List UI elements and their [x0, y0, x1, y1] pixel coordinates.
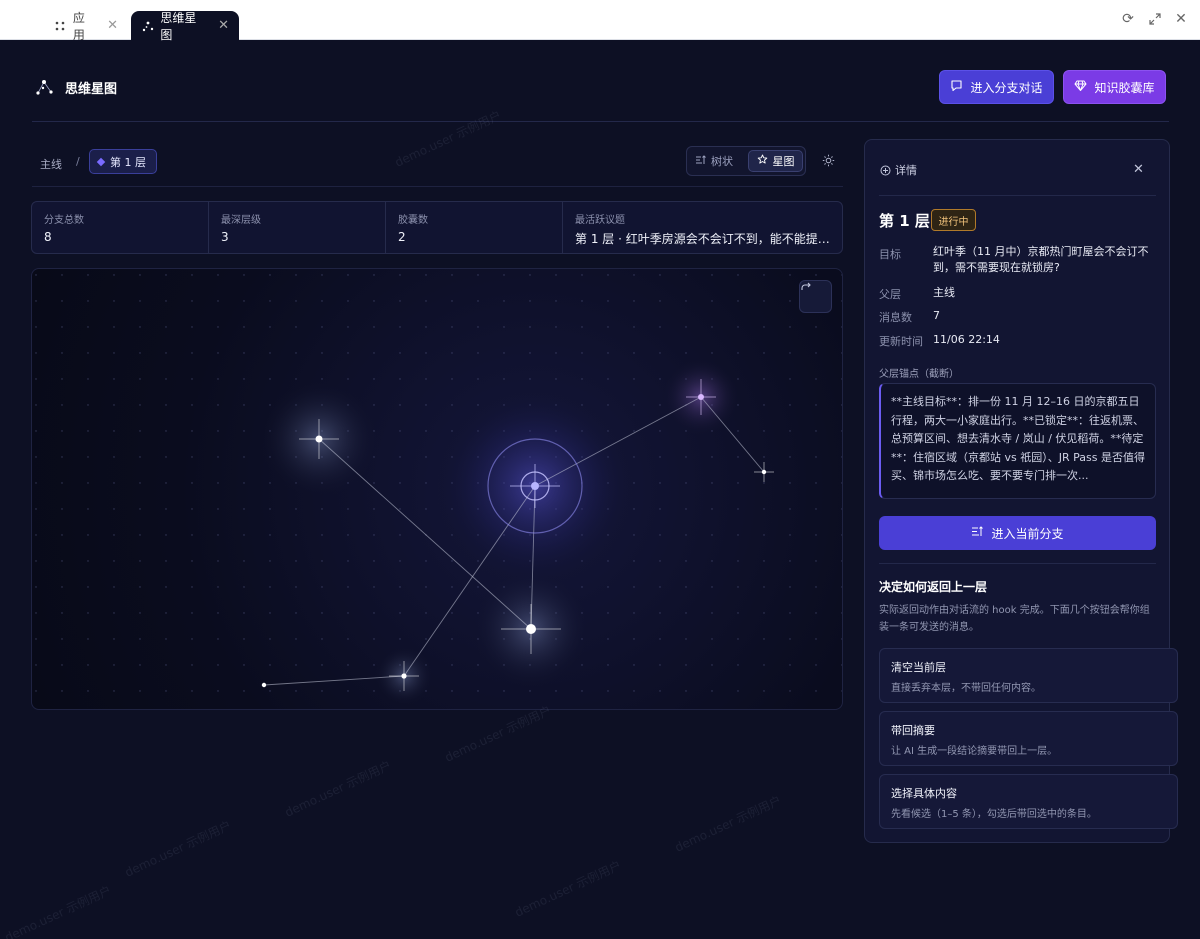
divider — [879, 195, 1156, 196]
toolbar-divider — [32, 186, 843, 187]
tab-label: 应用 — [72, 10, 85, 42]
close-icon[interactable]: ✕ — [1133, 162, 1144, 177]
option-select-content[interactable]: 选择具体内容 先看候选（1–5 条），勾选后带回选中的条目。 — [879, 774, 1178, 829]
stat-label: 分支总数 — [44, 215, 84, 226]
goal-label: 目标 — [879, 248, 901, 261]
stats-bar: 分支总数 8 最深层级 3 胶囊数 2 最活跃议题 第 1 层 · 红叶季房源会… — [31, 201, 843, 254]
option-desc: 先看候选（1–5 条），勾选后带回选中的条目。 — [891, 809, 1097, 820]
stat-max-depth: 最深层级 3 — [209, 202, 386, 253]
close-icon[interactable]: ✕ — [1172, 10, 1190, 28]
enter-current-branch-button[interactable]: 进入当前分支 — [879, 516, 1156, 550]
constellation-icon — [141, 20, 154, 32]
branch-icon — [971, 526, 984, 540]
option-clear-layer[interactable]: 清空当前层 直接丢弃本层，不带回任何内容。 — [879, 648, 1178, 703]
status-badge: 进行中 — [931, 209, 976, 231]
watermark: demo.user 示例用户 — [672, 793, 784, 855]
star-icon — [757, 154, 768, 168]
option-desc: 让 AI 生成一段结论摘要带回上一层。 — [891, 746, 1058, 757]
reset-view-button[interactable] — [799, 280, 832, 313]
button-label: 进入当前分支 — [991, 526, 1064, 541]
chat-icon — [950, 79, 963, 95]
divider — [879, 563, 1156, 564]
button-label: 进入分支对话 — [970, 80, 1043, 95]
parent-label: 父层 — [879, 288, 901, 301]
watermark: demo.user 示例用户 — [2, 883, 114, 939]
refresh-icon[interactable]: ⟳ — [1119, 10, 1137, 28]
option-title: 选择具体内容 — [891, 787, 957, 800]
view-star-label: 星图 — [772, 155, 795, 168]
watermark: demo.user 示例用户 — [392, 108, 504, 170]
anchor-label: 父层锚点（截断） — [879, 369, 959, 380]
tree-icon — [695, 154, 706, 168]
star-node[interactable] — [261, 682, 267, 688]
view-tree-label: 树状 — [711, 155, 733, 168]
stat-value: 第 1 层 · 红叶季房源会不会订不到，能不能提前 3... — [575, 232, 830, 246]
view-toggle: 树状 星图 — [686, 146, 806, 176]
option-desc: 直接丢弃本层，不带回任何内容。 — [891, 683, 1041, 694]
watermark: demo.user 示例用户 — [122, 818, 234, 880]
knowledge-capsule-button[interactable]: 知识胶囊库 — [1063, 70, 1166, 104]
goal-value: 红叶季（11 月中）京都热门町屋会不会订不到，需不需要现在就锁房? — [933, 245, 1149, 274]
watermark: demo.user 示例用户 — [442, 703, 554, 765]
option-bring-summary[interactable]: 带回摘要 让 AI 生成一段结论摘要带回上一层。 — [879, 711, 1178, 766]
button-label: 知识胶囊库 — [1094, 80, 1155, 95]
brightness-icon[interactable] — [820, 152, 836, 168]
expand-icon[interactable] — [1146, 10, 1164, 28]
gem-icon — [1074, 79, 1087, 95]
anchor-text: **主线目标**：排一份 11 月 12–16 日的京都五日行程，两大一小家庭出… — [879, 383, 1156, 499]
stat-label: 胶囊数 — [398, 215, 428, 226]
stat-most-active-topic: 最活跃议题 第 1 层 · 红叶季房源会不会订不到，能不能提前 3... — [563, 202, 842, 253]
layer-title: 第 1 层 — [879, 212, 930, 230]
tab-apps[interactable]: 应用 ✕ — [44, 10, 128, 42]
messages-value: 7 — [933, 309, 940, 322]
header-divider — [32, 121, 1169, 122]
view-star-button[interactable]: 星图 — [748, 150, 803, 172]
watermark: demo.user 示例用户 — [282, 758, 394, 820]
page-title: 思维星图 — [65, 82, 118, 97]
constellation-icon — [35, 77, 55, 97]
close-icon[interactable]: ✕ — [107, 18, 118, 33]
return-section-title: 决定如何返回上一层 — [879, 580, 988, 594]
messages-label: 消息数 — [879, 311, 912, 324]
breadcrumb-root[interactable]: 主线 — [40, 156, 62, 172]
stat-value: 2 — [398, 230, 406, 244]
star-map-svg — [32, 269, 842, 709]
star-map-canvas[interactable] — [31, 268, 843, 710]
breadcrumb-current-label: 第 1 层 — [110, 155, 146, 169]
tab-bar: 应用 ✕ 思维星图 ✕ ⟳ ✕ — [0, 0, 1200, 42]
stat-label: 最深层级 — [221, 215, 261, 226]
stat-label: 最活跃议题 — [575, 215, 625, 226]
grid-icon — [54, 21, 67, 31]
tab-constellation[interactable]: 思维星图 ✕ — [131, 10, 239, 42]
view-tree-button[interactable]: 树状 — [695, 153, 733, 169]
enter-branch-chat-button[interactable]: 进入分支对话 — [939, 70, 1054, 104]
tab-label: 思维星图 — [160, 10, 197, 42]
option-title: 带回摘要 — [891, 724, 935, 737]
watermark: demo.user 示例用户 — [512, 858, 624, 920]
return-section-desc: 实际返回动作由对话流的 hook 完成。下面几个按钮会帮你组装一条可发送的消息。 — [879, 605, 1150, 633]
stat-value: 3 — [221, 230, 229, 244]
updated-label: 更新时间 — [879, 335, 923, 348]
details-panel: 详情 ✕ 第 1 层 进行中 目标 红叶季（11 月中）京都热门町屋会不会订不到… — [864, 139, 1178, 843]
stat-capsule-count: 胶囊数 2 — [386, 202, 563, 253]
target-icon — [879, 164, 891, 176]
details-title: 详情 — [895, 164, 917, 177]
stat-value: 8 — [44, 230, 52, 244]
option-title: 清空当前层 — [891, 661, 946, 674]
updated-value: 11/06 22:14 — [933, 333, 1000, 346]
breadcrumb-separator: / — [76, 155, 80, 168]
close-icon[interactable]: ✕ — [218, 18, 229, 33]
diamond-icon — [96, 157, 106, 166]
parent-value: 主线 — [933, 286, 955, 299]
breadcrumb-current[interactable]: 第 1 层 — [89, 149, 157, 174]
stat-branch-total: 分支总数 8 — [32, 202, 209, 253]
